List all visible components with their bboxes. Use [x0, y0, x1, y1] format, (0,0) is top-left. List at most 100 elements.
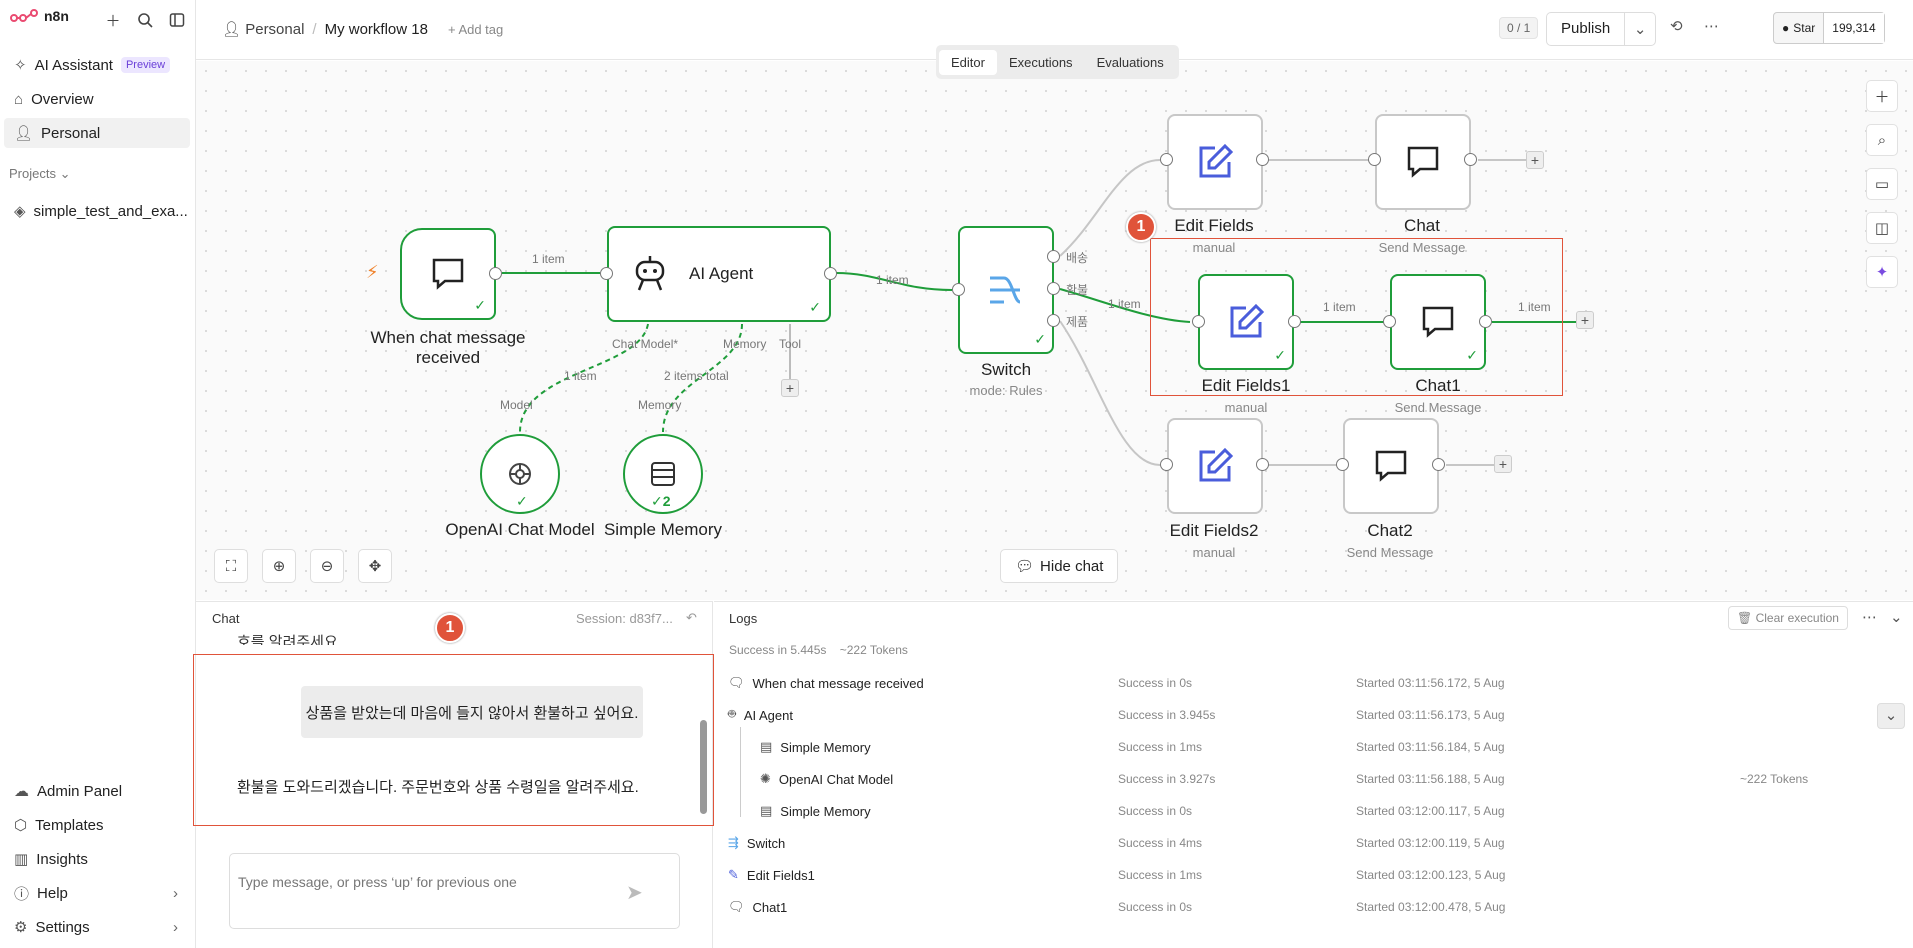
output-port[interactable] [1256, 458, 1269, 471]
edge-label: 1 item [532, 252, 565, 266]
log-status: Success in 1ms [1118, 868, 1203, 882]
node-ai-agent[interactable]: AI Agent ✓ [607, 226, 831, 322]
zoom-out-icon[interactable]: ⊖ [310, 549, 344, 583]
openai-icon [509, 463, 531, 485]
log-row[interactable]: ✎ Edit Fields1 Success in 1ms Started 03:12… [728, 863, 1888, 887]
log-status: Success in 3.927s [1118, 772, 1216, 786]
node-label: When chat message received [370, 328, 526, 367]
output-port[interactable] [1432, 458, 1445, 471]
robot-icon [635, 256, 665, 291]
log-node-name: Chat1 [752, 899, 788, 915]
annotation-badge: 1 [435, 613, 465, 643]
chat-panel-title: Chat [212, 611, 240, 626]
node-chat[interactable] [1375, 114, 1471, 210]
edge-label: 1 item [1108, 297, 1141, 311]
node-chat-trigger[interactable]: ✓ [400, 228, 496, 320]
sticky-note-icon[interactable]: ▭ [1866, 168, 1898, 200]
node-openai-chat-model[interactable]: ✓ [480, 434, 560, 514]
add-node-button[interactable]: + [1576, 311, 1594, 329]
log-row[interactable]: ▤ Simple Memory Success in 1ms Started 03:1… [728, 735, 1888, 759]
add-node-button[interactable]: + [1526, 151, 1544, 169]
port-label-memory: Memory [638, 398, 682, 412]
output-port[interactable] [1256, 153, 1269, 166]
log-node-name: When chat message received [752, 675, 924, 691]
output-port[interactable] [489, 267, 502, 280]
node-simple-memory[interactable]: ✓2 [623, 434, 703, 514]
execution-summary: Success in 5.445s ~222 Tokens [729, 643, 908, 657]
log-started: Started 03:11:56.172, 5 Aug [1356, 676, 1505, 690]
database-icon [651, 462, 675, 486]
switch-output-label: 제품 [1066, 315, 1089, 329]
log-status: Success in 3.945s [1118, 708, 1216, 722]
robot-icon: 🤖︎ [728, 706, 736, 721]
chat-input[interactable]: Type message, or press ‘up’ for previous… [229, 853, 680, 929]
log-row[interactable]: 🤖︎ AI Agent Success in 3.945s Started 03:11… [728, 703, 1888, 727]
highlight-box [1150, 238, 1563, 396]
clear-execution-button[interactable]: 🗑︎ Clear execution [1728, 606, 1848, 630]
log-started: Started 03:12:00.119, 5 Aug [1356, 836, 1505, 850]
output-port[interactable] [824, 267, 837, 280]
chat-icon: 🗨︎ [728, 899, 745, 914]
hide-chat-button[interactable]: 💬︎ Hide chat [1000, 549, 1119, 583]
edit-icon: ✎ [728, 867, 739, 882]
input-port[interactable] [600, 267, 613, 280]
output-port[interactable] [1464, 153, 1477, 166]
edit-icon [1199, 143, 1234, 178]
log-row[interactable]: 🗨︎ Chat1 Success in 0s Started 03:12:00.478… [728, 895, 1888, 919]
database-icon: ▤ [760, 739, 773, 754]
log-row[interactable]: ▤ Simple Memory Success in 0s Started 03:12… [728, 799, 1888, 823]
log-node-name: Edit Fields1 [746, 867, 815, 883]
previous-message-partial: 호를 알려주세요. [237, 634, 342, 645]
zoom-in-icon[interactable]: ⊕ [262, 549, 296, 583]
log-status: Success in 1ms [1118, 740, 1203, 754]
node-edit-fields2[interactable] [1167, 418, 1263, 514]
bot-message: 환불을 도와드리겠습니다. 주문번호와 상품 수령일을 알려주세요. [237, 779, 639, 796]
input-port[interactable] [1160, 153, 1173, 166]
edge-switch-editfields2 [1059, 320, 1161, 466]
log-started: Started 03:11:56.173, 5 Aug [1356, 708, 1505, 722]
node-subtitle: Send Message [1346, 545, 1434, 560]
reset-session-icon[interactable]: ↶ [686, 610, 697, 626]
chat-scrollbar[interactable] [700, 720, 707, 814]
output-port[interactable] [1047, 250, 1060, 263]
node-edit-fields[interactable] [1167, 114, 1263, 210]
log-node-name: Switch [746, 835, 786, 851]
log-started: Started 03:12:00.478, 5 Aug [1356, 900, 1506, 914]
switch-icon [990, 276, 1021, 304]
output-port[interactable] [1047, 314, 1060, 327]
panel-icon[interactable]: ◫ [1866, 212, 1898, 244]
chat-bubble-icon [1407, 146, 1439, 178]
log-row[interactable]: 🗨︎ When chat message received Success in 0… [728, 671, 1888, 695]
log-row[interactable]: ✺ OpenAI Chat Model Success in 3.927s Start… [728, 767, 1888, 791]
log-row[interactable]: ⇶ Switch Success in 4ms Started 03:12:00.11… [728, 831, 1888, 855]
node-switch[interactable]: ✓ [958, 226, 1054, 354]
switch-output-label: 환불 [1066, 283, 1089, 297]
input-port[interactable] [1160, 458, 1173, 471]
input-port[interactable] [1336, 458, 1349, 471]
database-icon: ▤ [760, 803, 773, 818]
port-label-memory: Memory [723, 337, 767, 351]
more-icon[interactable]: ⋯ [1862, 608, 1877, 626]
input-port[interactable] [952, 283, 965, 296]
output-port[interactable] [1047, 282, 1060, 295]
log-node-name: OpenAI Chat Model [778, 771, 894, 787]
zoom-plus-icon[interactable]: ＋ [1866, 80, 1898, 112]
node-subtitle: manual [1224, 400, 1268, 415]
log-started: Started 03:11:56.188, 5 Aug [1356, 772, 1505, 786]
trigger-bolt-icon: ⚡ [366, 262, 379, 282]
tidy-up-icon[interactable]: ✥ [358, 549, 392, 583]
node-label: Switch [980, 360, 1032, 379]
add-node-button[interactable]: + [1494, 455, 1512, 473]
input-port[interactable] [1368, 153, 1381, 166]
add-tool-button[interactable]: + [781, 379, 799, 397]
node-chat2[interactable] [1343, 418, 1439, 514]
ai-sparkle-icon[interactable]: ✦ [1866, 256, 1898, 288]
node-label: Chat2 [1367, 521, 1413, 540]
edge-label: 1 item [564, 369, 597, 383]
collapse-panel-icon[interactable]: ⌄ [1890, 608, 1903, 626]
port-label-model: Model [500, 398, 533, 412]
search-icon[interactable]: ⌕ [1866, 124, 1898, 156]
fit-view-icon[interactable]: ⛶ [214, 549, 248, 583]
port-label-chat-model: Chat Model* [612, 337, 679, 351]
send-icon[interactable]: ➤ [626, 880, 643, 905]
